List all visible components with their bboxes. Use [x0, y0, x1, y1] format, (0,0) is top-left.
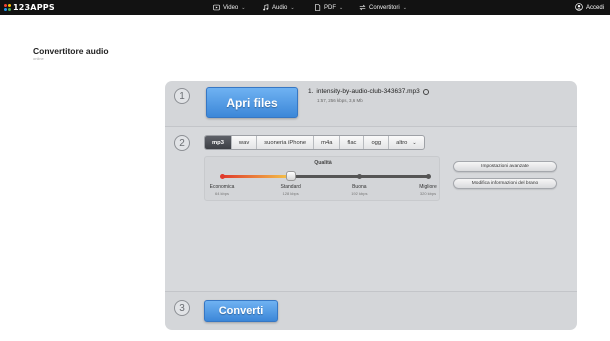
nav-item-audio[interactable]: Audio ⌄	[262, 0, 295, 15]
format-tab-mp3[interactable]: mp3	[205, 136, 232, 149]
chevron-down-icon: ⌄	[339, 4, 344, 11]
step-number-1: 1	[174, 88, 190, 104]
user-icon	[575, 2, 583, 13]
quality-stop-migliore[interactable]	[425, 174, 431, 179]
step-number-3: 3	[174, 300, 190, 316]
logo[interactable]: 123APPS	[4, 1, 55, 14]
step-3-section: 3 Converti	[165, 291, 577, 330]
quality-kbps-buona: 192 kbps	[351, 191, 368, 196]
quality-label-buona: Buona	[352, 184, 367, 190]
step-1-section: 1 Apri files 1. intensity-by-audio-club-…	[165, 81, 577, 126]
format-tab-iphone-ringtone[interactable]: suoneria iPhone	[257, 136, 315, 149]
format-tab-ogg[interactable]: ogg	[364, 136, 390, 149]
login-button[interactable]: Accedi	[575, 0, 604, 15]
login-label: Accedi	[585, 4, 604, 11]
quality-kbps-standard: 128 kbps	[282, 191, 299, 196]
quality-slider-track[interactable]	[219, 171, 431, 181]
format-tab-wav[interactable]: wav	[232, 136, 258, 149]
quality-stop-economica[interactable]	[219, 174, 225, 179]
chevron-down-icon: ⌄	[290, 4, 295, 11]
file-index: 1.	[308, 88, 314, 95]
file-name: intensity-by-audio-club-343637.mp3	[316, 88, 420, 95]
format-tab-other[interactable]: altro ⌄	[389, 136, 423, 149]
quality-label-migliore: Migliore	[419, 184, 437, 190]
step-number-2: 2	[174, 135, 190, 151]
music-note-icon	[262, 4, 269, 11]
nav-item-audio-label: Audio	[272, 4, 288, 11]
quality-label-economica: Economica	[209, 184, 235, 190]
step-2-section: 2 mp3 wav suoneria iPhone m4a flac ogg a…	[165, 126, 577, 291]
nav-item-pdf-label: PDF	[324, 4, 336, 11]
logo-text: 123APPS	[13, 3, 55, 12]
nav-item-video-label: Video	[223, 4, 239, 11]
nav-item-pdf[interactable]: PDF ⌄	[314, 0, 343, 15]
quality-label-standard: Standard	[280, 184, 301, 190]
video-icon	[213, 4, 220, 11]
format-tab-m4a[interactable]: m4a	[314, 136, 341, 149]
logo-dots-icon	[4, 4, 11, 11]
chevron-down-icon: ⌄	[241, 4, 246, 11]
convert-button[interactable]: Converti	[204, 300, 278, 322]
quality-box: Qualità Economica 64 kbps Standard 128 k…	[204, 156, 440, 201]
file-meta: 1:57, 256 kbps, 3,6 Mb	[317, 98, 363, 103]
nav-item-convertitori-label: Convertitori	[369, 4, 400, 11]
quality-slider-handle[interactable]	[285, 171, 296, 181]
document-icon	[314, 4, 321, 11]
quality-kbps-economica: 64 kbps	[214, 191, 229, 196]
chevron-down-icon: ⌄	[402, 4, 407, 11]
advanced-settings-button[interactable]: Impostazioni avanzate	[453, 161, 557, 172]
quality-kbps-migliore: 320 kbps	[419, 191, 437, 196]
top-navbar: 123APPS Video ⌄ Audio ⌄ PDF ⌄ Convertito…	[0, 0, 610, 15]
format-tab-other-label: altro	[396, 139, 408, 146]
converter-panel: 1 Apri files 1. intensity-by-audio-club-…	[165, 81, 577, 330]
nav-item-video[interactable]: Video ⌄	[213, 0, 245, 15]
edit-track-info-button[interactable]: Modifica informazioni del brano	[453, 178, 557, 189]
page-subtitle: online	[33, 56, 44, 61]
page-title: Convertitore audio	[33, 46, 109, 56]
nav-item-convertitori[interactable]: Convertitori ⌄	[359, 0, 407, 15]
open-files-button[interactable]: Apri files	[206, 87, 298, 118]
format-tabs: mp3 wav suoneria iPhone m4a flac ogg alt…	[204, 135, 425, 150]
convert-icon	[359, 4, 366, 11]
file-list-item: 1. intensity-by-audio-club-343637.mp3	[308, 88, 429, 95]
quality-stop-buona[interactable]	[356, 174, 362, 179]
quality-slider-fill	[222, 175, 291, 178]
chevron-down-icon: ⌄	[412, 139, 417, 146]
file-status-icon[interactable]	[422, 88, 429, 95]
format-tab-flac[interactable]: flac	[340, 136, 365, 149]
quality-title: Qualità	[314, 160, 332, 166]
